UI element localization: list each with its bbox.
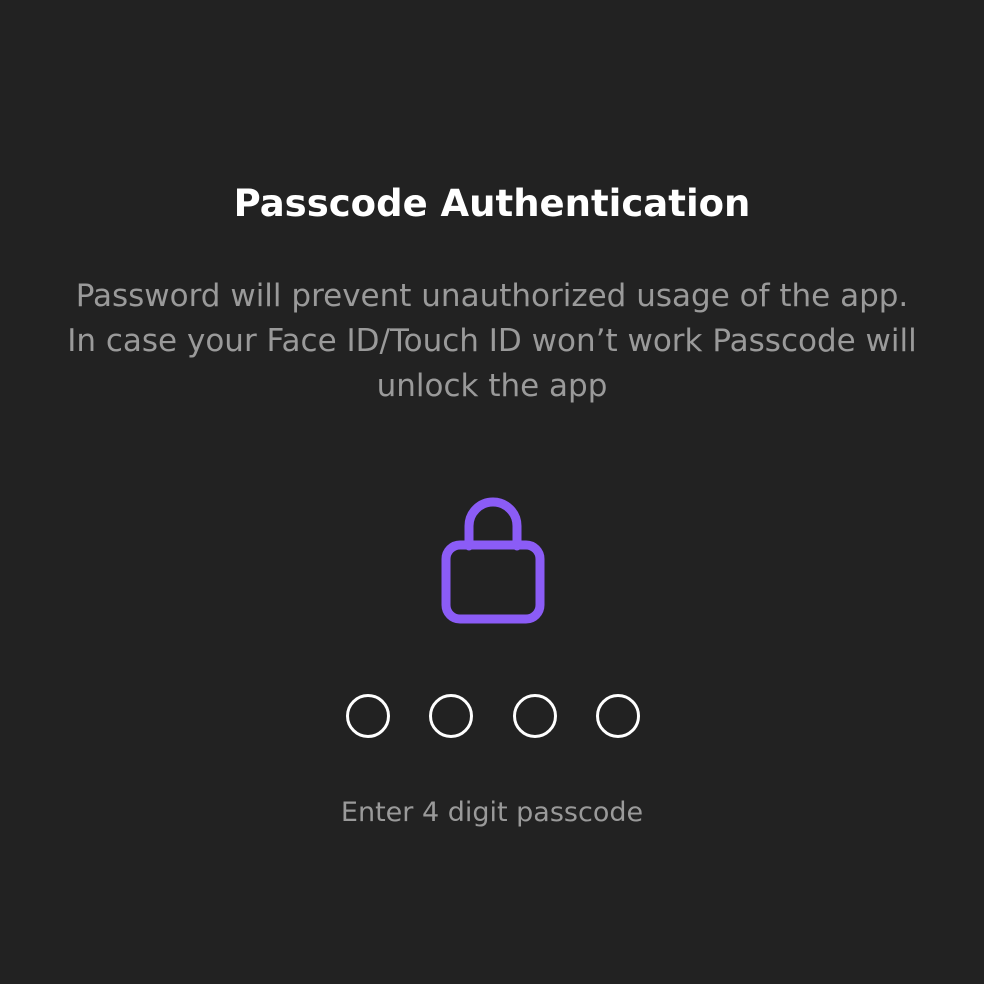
passcode-screen: Passcode Authentication Password will pr… bbox=[0, 0, 984, 984]
passcode-dot-4 bbox=[595, 694, 640, 738]
page-title: Passcode Authentication bbox=[233, 182, 751, 225]
passcode-dots[interactable] bbox=[346, 694, 640, 738]
passcode-dot-1 bbox=[346, 694, 390, 738]
passcode-dot-2 bbox=[429, 694, 474, 738]
passcode-hint: Enter 4 digit passcode bbox=[340, 797, 644, 828]
description-text: Password will prevent unauthorized usage… bbox=[67, 278, 917, 404]
lock-icon bbox=[441, 497, 545, 624]
passcode-dot-3 bbox=[512, 694, 557, 738]
